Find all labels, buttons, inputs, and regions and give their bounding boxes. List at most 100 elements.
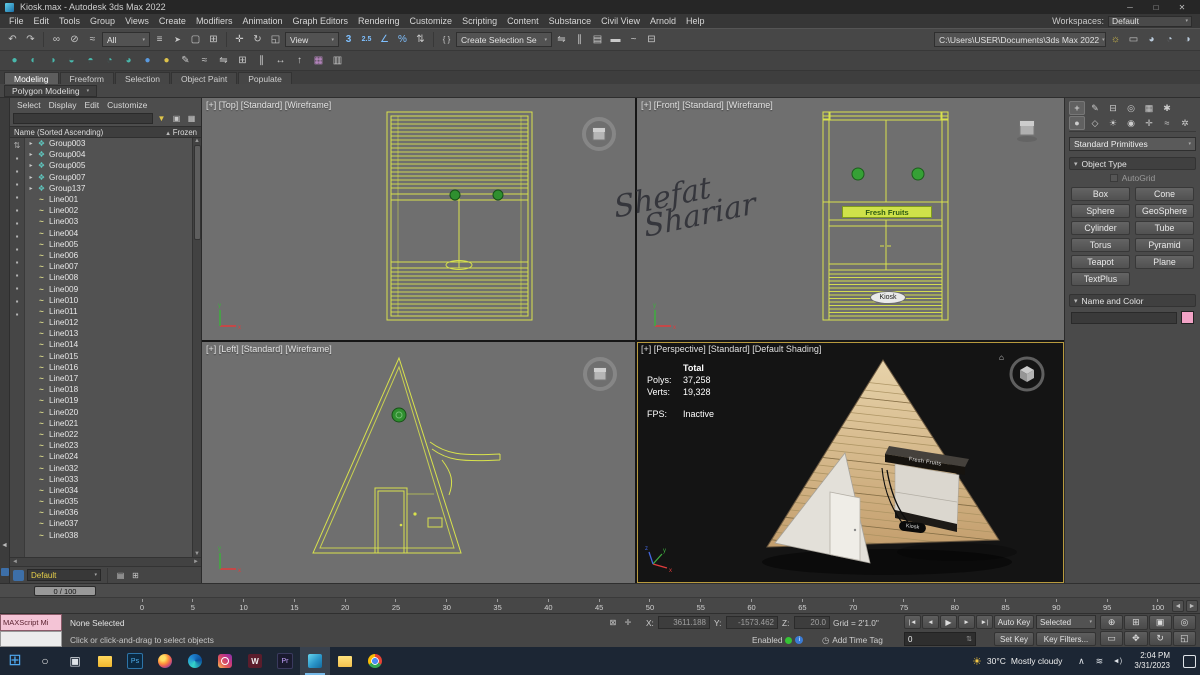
- channel-info-icon[interactable]: [329, 52, 346, 69]
- front-viewport-label[interactable]: [+] [Front] [Standard] [Wireframe]: [641, 100, 773, 110]
- start-button[interactable]: [0, 647, 30, 675]
- selection-filter-dropdown[interactable]: All ▾: [102, 32, 150, 47]
- front-viewport[interactable]: [+] [Front] [Standard] [Wireframe] x y F…: [637, 98, 1064, 340]
- enabled-toggle[interactable]: Enabled i: [752, 635, 804, 645]
- cameras-icon[interactable]: [1123, 116, 1139, 130]
- scroll-right-icon[interactable]: ►: [193, 559, 199, 565]
- primitive-button[interactable]: Plane: [1135, 255, 1194, 269]
- ribbon-toggle-icon[interactable]: [607, 31, 624, 48]
- render-iterative-icon[interactable]: [1161, 31, 1178, 48]
- snap-25-icon[interactable]: [358, 31, 375, 48]
- display-bones-icon[interactable]: [11, 256, 24, 269]
- zoom-extents-all-icon[interactable]: [1172, 615, 1196, 630]
- helpers-icon[interactable]: [1141, 116, 1157, 130]
- create-tab-icon[interactable]: [1069, 101, 1085, 115]
- soft-selection-icon[interactable]: [101, 52, 118, 69]
- firefox-icon[interactable]: [150, 647, 180, 675]
- menu-item[interactable]: File: [4, 16, 29, 26]
- mini-track-icon[interactable]: [1, 568, 9, 576]
- search-input[interactable]: [13, 113, 153, 124]
- object-name[interactable]: Line021: [49, 419, 78, 428]
- y-coordinate-field[interactable]: -1573.462: [726, 616, 778, 629]
- lights-icon[interactable]: [1105, 116, 1121, 130]
- measure-icon[interactable]: [272, 52, 289, 69]
- object-name[interactable]: Line009: [49, 285, 78, 294]
- scene-line-row[interactable]: Line017: [25, 373, 192, 384]
- primitive-button[interactable]: GeoSphere: [1135, 204, 1194, 218]
- render-production-icon[interactable]: [1143, 31, 1160, 48]
- tray-chevron-icon[interactable]: [1072, 647, 1090, 675]
- name-column-header[interactable]: Name (Sorted Ascending): [14, 128, 103, 137]
- object-name[interactable]: Line037: [49, 519, 78, 528]
- ribbon-tab[interactable]: Modeling: [4, 72, 59, 84]
- title-bar[interactable]: Kiosk.max - Autodesk 3ds Max 2022: [0, 0, 1200, 14]
- menu-item[interactable]: Rendering: [353, 16, 405, 26]
- scene-explorer-menu-item[interactable]: Select: [13, 100, 45, 110]
- scene-line-row[interactable]: Line035: [25, 496, 192, 507]
- unlink-selection-icon[interactable]: [66, 31, 83, 48]
- scroll-up-icon[interactable]: ▲: [194, 138, 200, 144]
- scene-line-row[interactable]: Line034: [25, 485, 192, 496]
- named-selection-set-dropdown[interactable]: Create Selection Se ▾: [456, 32, 552, 47]
- menu-item[interactable]: Substance: [544, 16, 597, 26]
- object-name[interactable]: Line016: [49, 363, 78, 372]
- primitive-button[interactable]: Pyramid: [1135, 238, 1194, 252]
- menu-item[interactable]: Views: [120, 16, 154, 26]
- motion-tab-icon[interactable]: [1123, 101, 1139, 115]
- top-viewport[interactable]: [+] [Top] [Standard] [Wireframe] x y: [202, 98, 635, 340]
- constraints-icon[interactable]: [82, 52, 99, 69]
- scene-line-row[interactable]: Line033: [25, 474, 192, 485]
- mirror-geometry-icon[interactable]: [215, 52, 232, 69]
- taskbar-clock[interactable]: 2:04 PM 3/31/2023: [1126, 651, 1178, 671]
- redo-icon[interactable]: [22, 31, 39, 48]
- set-key-button[interactable]: Set Key: [994, 632, 1034, 646]
- align-icon[interactable]: [571, 31, 588, 48]
- previous-frame-icon[interactable]: [922, 615, 939, 629]
- maxscript-listener-input[interactable]: [0, 631, 62, 647]
- object-name[interactable]: Line033: [49, 475, 78, 484]
- primitive-button[interactable]: Teapot: [1071, 255, 1130, 269]
- scene-group-row[interactable]: Group004: [25, 149, 192, 160]
- paint-connect-icon[interactable]: [44, 52, 61, 69]
- reference-coordinate-dropdown[interactable]: View ▾: [285, 32, 339, 47]
- z-coordinate-field[interactable]: 20.0: [794, 616, 830, 629]
- select-and-link-icon[interactable]: [48, 31, 65, 48]
- play-icon[interactable]: [940, 615, 957, 629]
- scene-line-row[interactable]: Line024: [25, 451, 192, 462]
- geometry-icon[interactable]: [1069, 116, 1085, 130]
- zoom-extents-icon[interactable]: [1148, 615, 1172, 630]
- scene-line-row[interactable]: Line001: [25, 194, 192, 205]
- auto-key-button[interactable]: Auto Key: [994, 615, 1034, 629]
- scene-group-row[interactable]: Group005: [25, 160, 192, 171]
- primitive-button[interactable]: Cone: [1135, 187, 1194, 201]
- expand-arrow-icon[interactable]: [28, 162, 34, 169]
- menu-item[interactable]: Edit: [29, 16, 55, 26]
- undo-icon[interactable]: [4, 31, 21, 48]
- object-name[interactable]: Line006: [49, 251, 78, 260]
- horizontal-scrollbar[interactable]: ◄ ►: [10, 557, 201, 566]
- object-name[interactable]: Line011: [49, 307, 78, 316]
- select-and-rotate-icon[interactable]: [249, 31, 266, 48]
- expand-arrow-icon[interactable]: [28, 140, 34, 147]
- object-name[interactable]: Line018: [49, 385, 78, 394]
- display-materials-icon[interactable]: [11, 282, 24, 295]
- left-viewport[interactable]: [+] [Left] [Standard] [Wireframe] x y: [202, 342, 635, 583]
- notification-center-icon[interactable]: [1178, 647, 1200, 675]
- rectangular-region-icon[interactable]: [187, 31, 204, 48]
- vertical-scrollbar[interactable]: ▲ ▼: [192, 138, 201, 557]
- menu-item[interactable]: Civil View: [596, 16, 645, 26]
- scene-line-row[interactable]: Line014: [25, 339, 192, 350]
- scene-line-row[interactable]: Line008: [25, 272, 192, 283]
- photoshop-icon[interactable]: [120, 647, 150, 675]
- object-name[interactable]: Group005: [49, 161, 85, 170]
- columns-icon[interactable]: [185, 112, 198, 125]
- selection-set-key-dropdown[interactable]: Selected ▾: [1036, 615, 1096, 629]
- scene-line-row[interactable]: Line018: [25, 384, 192, 395]
- menu-item[interactable]: Animation: [237, 16, 287, 26]
- edit-named-selection-sets-icon[interactable]: [438, 31, 455, 48]
- object-name[interactable]: Group007: [49, 173, 85, 182]
- workspace-dropdown[interactable]: Default ▾: [1108, 15, 1192, 27]
- scene-line-row[interactable]: Line016: [25, 362, 192, 373]
- scene-line-row[interactable]: Line009: [25, 283, 192, 294]
- display-tab-icon[interactable]: [1141, 101, 1157, 115]
